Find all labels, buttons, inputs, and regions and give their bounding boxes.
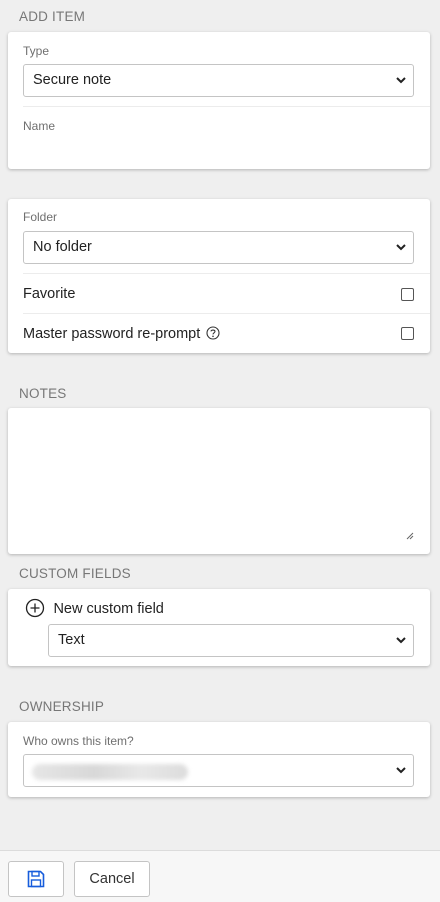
folder-select-value: No folder [33, 239, 92, 255]
owner-label: Who owns this item? [23, 734, 134, 748]
item-details-card: Type Secure note Name [8, 32, 430, 169]
cancel-button[interactable]: Cancel [74, 861, 150, 897]
notes-textarea[interactable] [8, 408, 430, 554]
favorite-checkbox[interactable] [401, 288, 414, 301]
save-button[interactable] [8, 861, 64, 897]
type-select[interactable]: Secure note [23, 64, 414, 97]
new-custom-field-label: New custom field [53, 601, 164, 617]
owner-select[interactable] [23, 754, 414, 787]
name-input[interactable] [23, 136, 414, 160]
chevron-down-icon [396, 244, 406, 251]
favorite-label: Favorite [23, 286, 76, 302]
folder-label: Folder [23, 210, 58, 224]
resize-handle-icon[interactable] [406, 532, 414, 540]
footer-bar: Cancel [0, 850, 440, 902]
section-title-add-item: ADD ITEM [19, 9, 86, 24]
custom-field-type-select[interactable]: Text [48, 624, 414, 657]
custom-field-type-value: Text [58, 632, 85, 648]
help-icon[interactable] [206, 326, 220, 340]
reprompt-checkbox[interactable] [401, 327, 414, 340]
reprompt-label: Master password re-prompt [23, 326, 220, 342]
organize-card: Folder No folder Favorite Master passwor… [8, 199, 430, 353]
chevron-down-icon [396, 77, 406, 84]
custom-fields-card: New custom field Text [8, 589, 430, 666]
section-title-custom-fields: CUSTOM FIELDS [19, 566, 131, 581]
chevron-down-icon [396, 637, 406, 644]
new-custom-field-button[interactable]: New custom field [25, 598, 164, 620]
redacted-owner-value [32, 764, 188, 780]
name-label: Name [23, 119, 56, 133]
type-select-value: Secure note [33, 72, 112, 88]
reprompt-label-text: Master password re-prompt [23, 326, 201, 342]
ownership-card: Who owns this item? [8, 722, 430, 797]
folder-select[interactable]: No folder [23, 231, 414, 264]
save-icon [27, 870, 45, 888]
chevron-down-icon [396, 767, 406, 774]
plus-circle-icon [25, 598, 45, 618]
type-label: Type [23, 44, 50, 58]
section-title-ownership: OWNERSHIP [19, 699, 105, 714]
section-title-notes: NOTES [19, 386, 67, 401]
